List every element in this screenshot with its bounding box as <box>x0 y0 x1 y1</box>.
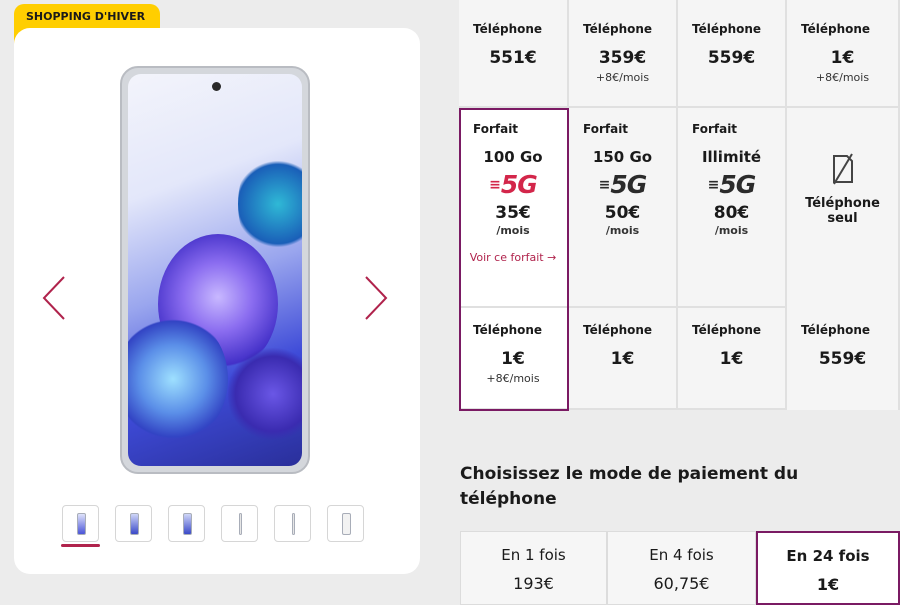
cell-label: Téléphone <box>473 323 543 337</box>
payment-option-label: En 4 fois <box>649 546 714 564</box>
cell-price: 359€ <box>598 48 647 68</box>
phone-only-label: Téléphone seul <box>805 196 880 226</box>
speed-lines-icon: ≡ <box>598 177 611 193</box>
cell-price: 1€ <box>610 349 635 369</box>
forfait-label: Forfait <box>473 122 519 136</box>
arrow-right-icon: → <box>547 251 557 264</box>
top-cell-2[interactable]: Téléphone 359€ +8€/mois <box>569 0 678 108</box>
thumbnail-4[interactable] <box>221 505 258 542</box>
view-plan-link[interactable]: Voir ce forfait → <box>459 251 567 264</box>
cell-monthly: +8€/mois <box>815 71 870 84</box>
cell-label: Téléphone <box>692 22 762 36</box>
thumbnail-strip <box>61 505 364 547</box>
payment-title: Choisissez le mode de paiement du téléph… <box>460 464 799 509</box>
top-cell-3[interactable]: Téléphone 559€ <box>678 0 787 108</box>
cell-price: 551€ <box>489 48 537 68</box>
cell-monthly: +8€/mois <box>595 71 650 84</box>
5g-logo: ≡5G <box>489 170 538 199</box>
thumbnail-5[interactable] <box>274 505 311 542</box>
forfait-price: 35€ <box>495 203 531 223</box>
bottom-cell-3[interactable]: Téléphone 1€ <box>678 308 787 410</box>
speed-lines-icon: ≡ <box>489 177 501 193</box>
forfait-data: 100 Go <box>483 148 543 166</box>
cell-label: Téléphone <box>801 323 871 337</box>
speed-lines-icon: ≡ <box>707 177 720 193</box>
thumbnail-1[interactable] <box>61 505 100 547</box>
bottom-cell-2[interactable]: Téléphone 1€ <box>569 308 678 410</box>
forfait-cell-1[interactable]: Forfait 100 Go ≡5G 35€ /mois Voir ce for… <box>459 108 569 308</box>
cell-price: 559€ <box>818 349 867 369</box>
cell-label: Téléphone <box>801 22 871 36</box>
cell-label: Téléphone <box>692 323 762 337</box>
forfait-per: /mois <box>496 224 530 237</box>
thumbnail-6[interactable] <box>327 505 364 542</box>
forfait-cell-3[interactable]: Forfait Illimité ≡5G 80€ /mois <box>678 108 787 308</box>
cell-price: 1€ <box>719 349 744 369</box>
bottom-cell-1[interactable]: Téléphone 1€ +8€/mois <box>459 308 569 410</box>
forfait-label: Forfait <box>583 122 629 136</box>
cell-label: Téléphone <box>583 323 653 337</box>
payment-option-label: En 24 fois <box>786 547 870 565</box>
product-image <box>120 66 310 474</box>
cell-price: 559€ <box>707 48 756 68</box>
payment-option-1x[interactable]: En 1 fois 193€ <box>460 531 607 605</box>
payment-option-24x[interactable]: En 24 fois 1€ <box>756 531 900 605</box>
chevron-left-icon <box>42 276 65 320</box>
forfait-price: 50€ <box>604 203 641 223</box>
no-sim-icon <box>832 153 853 185</box>
forfait-per: /mois <box>605 224 640 237</box>
previous-image-button[interactable] <box>40 273 68 323</box>
cell-price: 1€ <box>501 349 525 369</box>
payment-option-value: 60,75€ <box>653 574 710 593</box>
payment-option-label: En 1 fois <box>501 546 566 564</box>
thumbnail-3[interactable] <box>168 505 205 542</box>
cell-label: Téléphone <box>583 22 653 36</box>
forfait-per: /mois <box>714 224 749 237</box>
product-gallery <box>14 28 420 574</box>
forfait-price: 80€ <box>713 203 750 223</box>
payment-option-4x[interactable]: En 4 fois 60,75€ <box>607 531 756 605</box>
cell-price: 1€ <box>830 48 855 68</box>
forfait-data: Illimité <box>701 148 762 166</box>
forfait-cell-2[interactable]: Forfait 150 Go ≡5G 50€ /mois <box>569 108 678 308</box>
camera-dot <box>212 82 221 91</box>
bottom-cell-4[interactable]: Téléphone 559€ <box>787 308 900 410</box>
cell-label: Téléphone <box>473 22 543 36</box>
payment-option-value: 1€ <box>816 575 840 594</box>
top-cell-4[interactable]: Téléphone 1€ +8€/mois <box>787 0 900 108</box>
top-cell-1[interactable]: Téléphone 551€ <box>459 0 569 108</box>
5g-logo: ≡5G <box>707 170 757 199</box>
next-image-button[interactable] <box>362 273 390 323</box>
phone-screen <box>128 74 302 466</box>
5g-logo: ≡5G <box>598 170 648 199</box>
thumbnail-2[interactable] <box>115 505 152 542</box>
chevron-right-icon <box>365 276 388 320</box>
forfait-label: Forfait <box>692 122 738 136</box>
cell-monthly: +8€/mois <box>486 372 540 385</box>
forfait-data: 150 Go <box>592 148 653 166</box>
payment-option-value: 193€ <box>513 574 554 593</box>
